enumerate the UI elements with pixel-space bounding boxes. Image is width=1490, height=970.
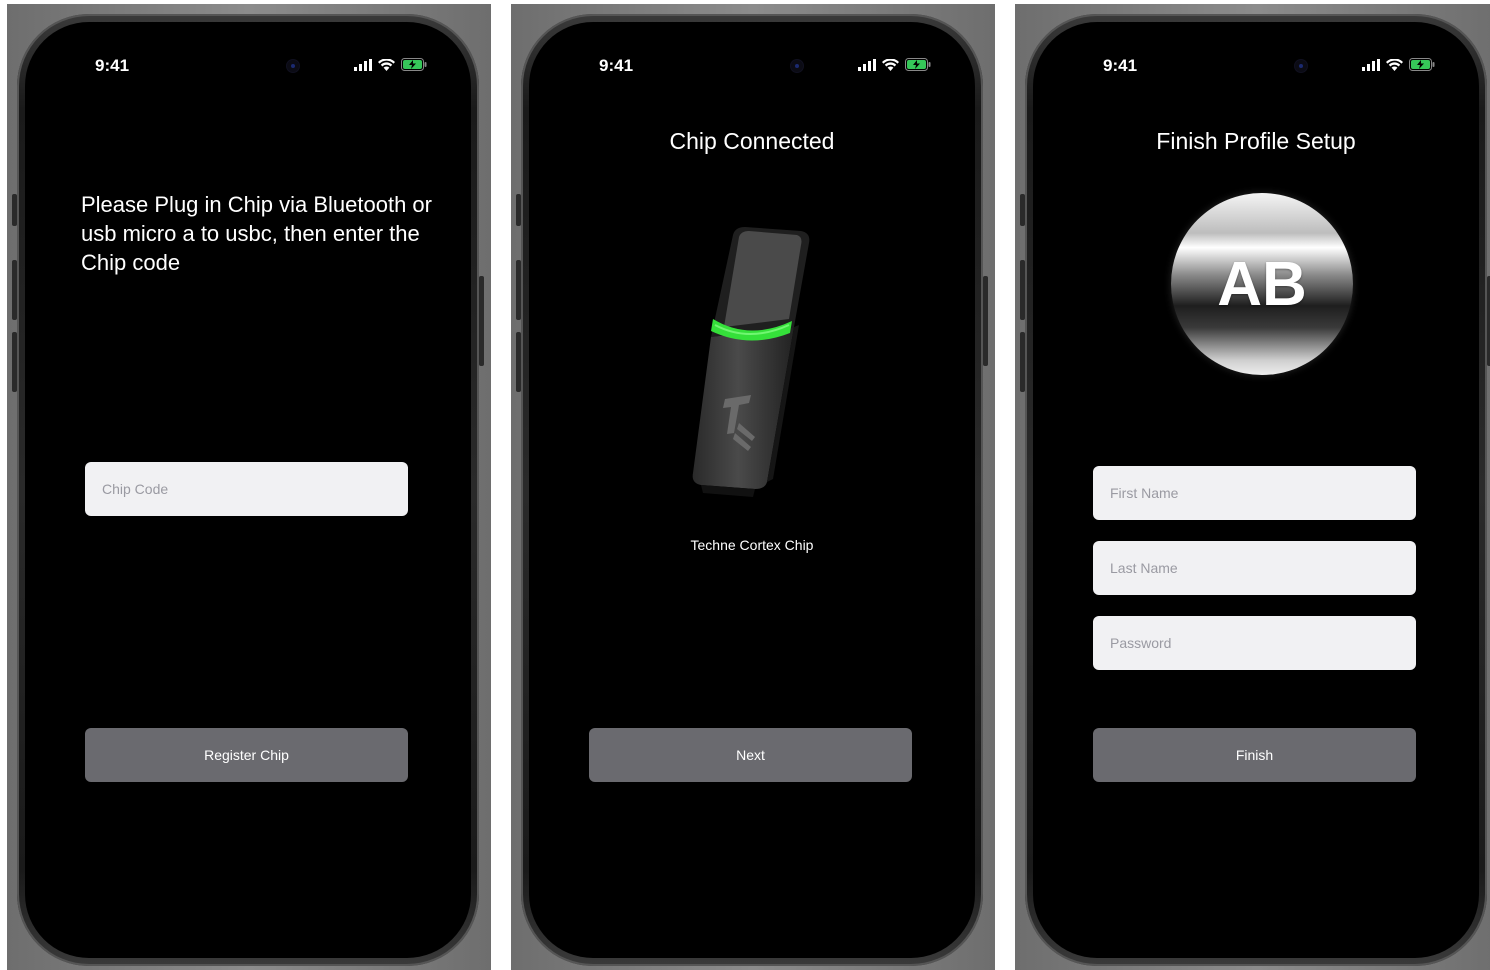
avatar-initials: AB — [1217, 249, 1307, 319]
status-time: 9:41 — [1103, 56, 1138, 75]
status-bar: 9:41 — [529, 56, 975, 78]
signal-icon — [1362, 58, 1380, 71]
status-icons — [1362, 58, 1435, 71]
first-name-input[interactable] — [1093, 466, 1416, 520]
power-button — [479, 276, 484, 366]
volume-up-button — [12, 260, 17, 320]
status-bar: 9:41 — [25, 56, 471, 78]
volume-up-button — [1020, 260, 1025, 320]
status-icons — [354, 58, 427, 71]
signal-icon — [354, 58, 372, 71]
power-button — [983, 276, 988, 366]
front-camera-icon — [791, 60, 803, 72]
volume-up-button — [516, 260, 521, 320]
status-bar: 9:41 — [1033, 56, 1479, 78]
volume-down-button — [12, 332, 17, 392]
battery-charging-icon — [401, 58, 427, 71]
avatar[interactable]: AB — [1171, 193, 1353, 375]
volume-down-button — [1020, 332, 1025, 392]
wifi-icon — [882, 58, 899, 71]
front-camera-icon — [1295, 60, 1307, 72]
wifi-icon — [378, 58, 395, 71]
password-input[interactable] — [1093, 616, 1416, 670]
action-button — [516, 194, 521, 226]
volume-down-button — [516, 332, 521, 392]
wifi-icon — [1386, 58, 1403, 71]
battery-charging-icon — [905, 58, 931, 71]
phone-panel-chip-connected: 9:41 Chip Connected Techne Cortex Chip N… — [511, 4, 995, 970]
page-title: Finish Profile Setup — [1156, 128, 1356, 154]
battery-charging-icon — [1409, 58, 1435, 71]
front-camera-icon — [287, 60, 299, 72]
signal-icon — [858, 58, 876, 71]
action-button — [12, 194, 17, 226]
phone-frame: 9:41 Please Plug in Chip via Bluetooth o… — [12, 14, 484, 966]
last-name-input[interactable] — [1093, 541, 1416, 595]
status-icons — [858, 58, 931, 71]
chip-code-input[interactable] — [85, 462, 408, 516]
phone-screen: 9:41 Finish Profile Setup AB Finish — [1033, 22, 1479, 958]
chip-device-image — [692, 227, 810, 497]
action-button — [1020, 194, 1025, 226]
instruction-text: Please Plug in Chip via Bluetooth or usb… — [81, 192, 432, 275]
status-time: 9:41 — [95, 56, 130, 75]
phone-screen: 9:41 Chip Connected Techne Cortex Chip N… — [529, 22, 975, 958]
status-time: 9:41 — [599, 56, 634, 75]
finish-button[interactable]: Finish — [1093, 728, 1416, 782]
phone-screen: 9:41 Please Plug in Chip via Bluetooth o… — [25, 22, 471, 958]
phone-frame: 9:41 Chip Connected Techne Cortex Chip N… — [516, 14, 988, 966]
chip-name-caption: Techne Cortex Chip — [690, 537, 814, 553]
register-chip-button[interactable]: Register Chip — [85, 728, 408, 782]
phone-panel-register-chip: 9:41 Please Plug in Chip via Bluetooth o… — [7, 4, 491, 970]
page-title: Chip Connected — [669, 128, 835, 154]
phone-frame: 9:41 Finish Profile Setup AB Finish — [1020, 14, 1490, 966]
phone-panel-finish-profile: 9:41 Finish Profile Setup AB Finish — [1015, 4, 1490, 970]
next-button[interactable]: Next — [589, 728, 912, 782]
